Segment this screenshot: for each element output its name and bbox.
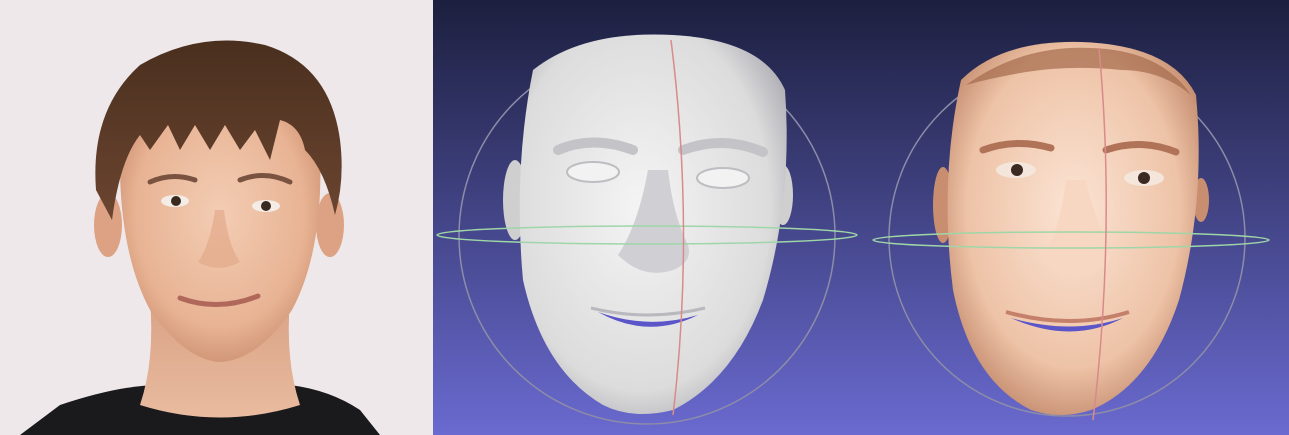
photo-panel [0, 0, 433, 435]
textured-mesh-render [861, 0, 1289, 435]
shaded-mesh-panel [433, 0, 861, 435]
textured-mesh-panel [861, 0, 1289, 435]
figure-strip [0, 0, 1289, 435]
shaded-mesh-render [433, 0, 861, 435]
portrait-photo [0, 0, 433, 435]
